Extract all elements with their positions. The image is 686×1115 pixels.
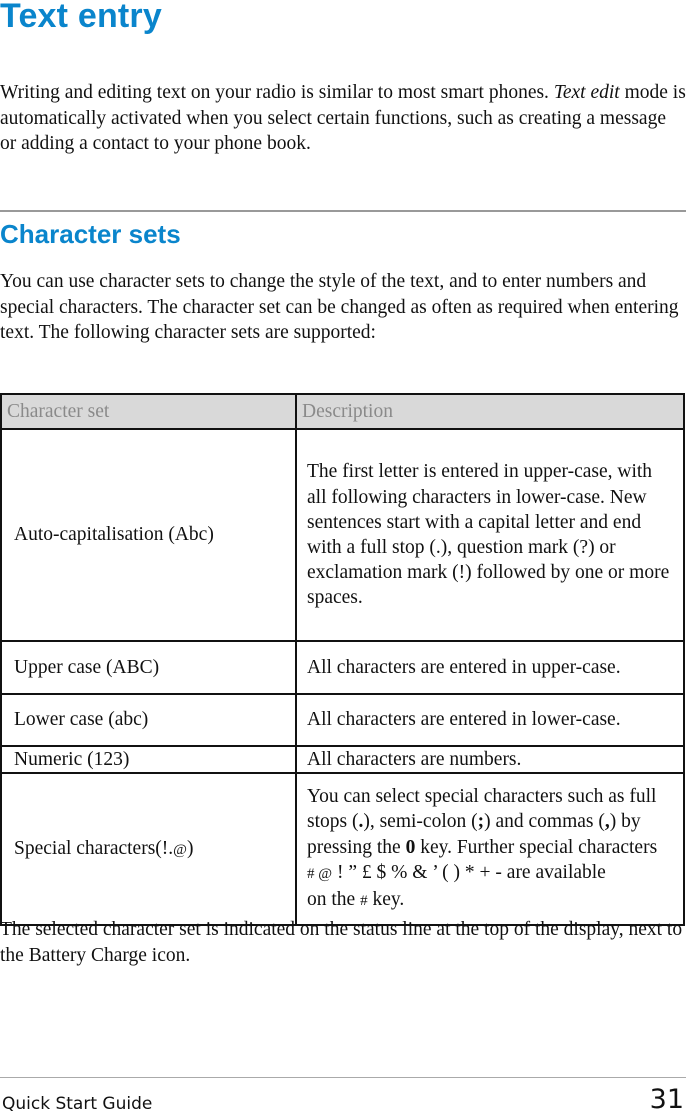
cell-set: Auto-capitalisation (Abc) bbox=[0, 428, 297, 642]
character-sets-table: Character set Description Auto-capitalis… bbox=[0, 393, 685, 927]
set-symbol: @ bbox=[173, 841, 187, 858]
table-header-row: Character set Description bbox=[0, 393, 685, 430]
desc-text: key. bbox=[367, 889, 405, 910]
cell-set: Upper case (ABC) bbox=[0, 640, 297, 695]
header-description: Description bbox=[295, 393, 685, 430]
intro-paragraph: Writing and editing text on your radio i… bbox=[0, 80, 686, 157]
desc-key-zero: 0 bbox=[405, 836, 416, 858]
cell-set: Numeric (123) bbox=[0, 744, 297, 775]
footer-divider bbox=[0, 1077, 686, 1078]
desc-text: key. Further special characters bbox=[415, 836, 658, 858]
cell-description: All characters are entered in lower-case… bbox=[295, 693, 685, 747]
set-label-end: ) bbox=[186, 837, 194, 859]
intro-italic-term: Text edit bbox=[553, 82, 620, 103]
desc-text: ) and commas ( bbox=[484, 811, 605, 833]
section-divider bbox=[0, 210, 686, 212]
desc-hash-key: # bbox=[360, 893, 368, 909]
desc-text: on the bbox=[307, 889, 361, 910]
footer-guide-name: Quick Start Guide bbox=[2, 1094, 153, 1114]
section-body: You can use character sets to change the… bbox=[0, 271, 679, 344]
desc-text: ), semi-colon ( bbox=[363, 811, 478, 833]
cell-description: The first letter is entered in upper-cas… bbox=[295, 428, 685, 642]
cell-description: All characters are numbers. bbox=[295, 744, 685, 775]
page-number: 31 bbox=[649, 1084, 684, 1115]
cell-description: All characters are entered in upper-case… bbox=[295, 640, 685, 695]
section-heading: Character sets bbox=[0, 219, 181, 249]
cell-description: You can select special characters such a… bbox=[295, 772, 685, 927]
header-character-set: Character set bbox=[0, 393, 297, 430]
table-row: Numeric (123) All characters are numbers… bbox=[0, 744, 685, 775]
cell-set: Special characters(!.@) bbox=[0, 772, 297, 927]
table-row: Auto-capitalisation (Abc) The first lett… bbox=[0, 428, 685, 642]
intro-line1: Writing and editing text on your radio i… bbox=[0, 82, 549, 103]
table-row: Lower case (abc) All characters are ente… bbox=[0, 693, 685, 747]
table-row: Special characters(!.@) You can select s… bbox=[0, 772, 685, 927]
desc-symbols-rest: ! ” £ $ % & ’ ( ) * + - are available bbox=[332, 861, 606, 883]
outro-paragraph: The selected character set is indicated … bbox=[0, 919, 683, 966]
desc-symbols: # @ bbox=[307, 865, 333, 882]
page-title: Text entry bbox=[0, 0, 162, 35]
cell-set: Lower case (abc) bbox=[0, 693, 297, 747]
set-label: Special characters(!. bbox=[14, 837, 174, 859]
table-row: Upper case (ABC) All characters are ente… bbox=[0, 640, 685, 695]
